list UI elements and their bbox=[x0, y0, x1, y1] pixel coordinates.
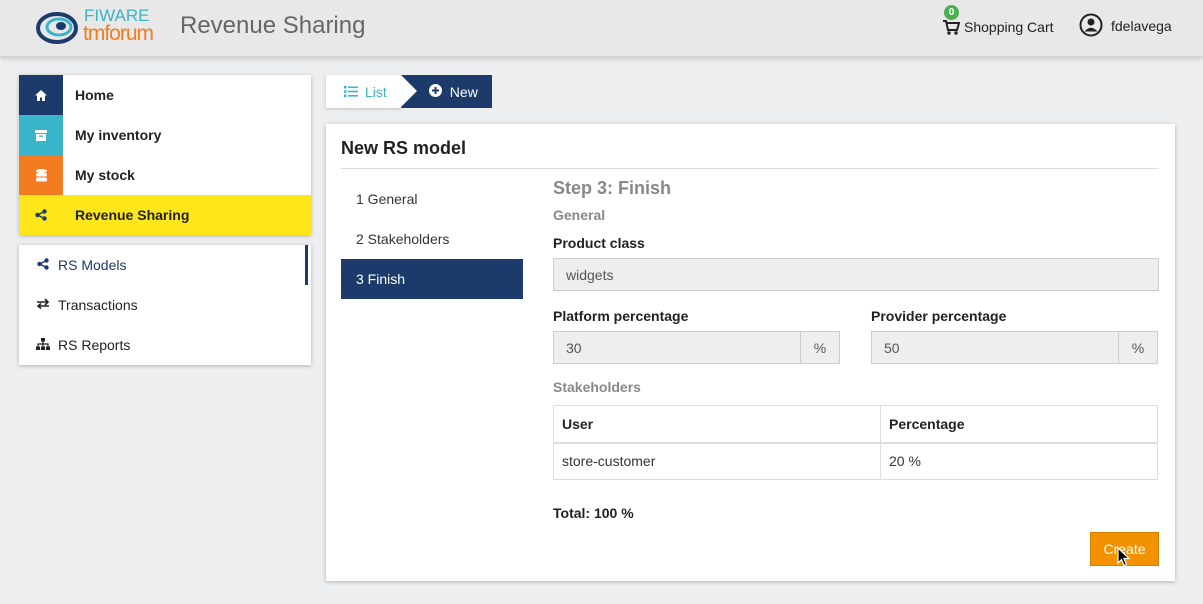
menu-item-my-stock[interactable]: My stock bbox=[19, 155, 311, 195]
breadcrumb-new[interactable]: New bbox=[400, 75, 492, 108]
provider-percentage-group: 50 % bbox=[871, 331, 1158, 364]
platform-percentage-field[interactable]: 30 bbox=[553, 331, 801, 364]
column-header-percentage: Percentage bbox=[880, 405, 1158, 444]
shopping-cart-icon bbox=[942, 18, 961, 36]
shopping-cart-button[interactable]: Shopping Cart bbox=[942, 16, 1054, 38]
main-menu: Home My inventory My stock Revenue Shari… bbox=[19, 75, 311, 235]
column-header-user: User bbox=[553, 405, 881, 444]
total-percentage: Total: 100 % bbox=[553, 505, 634, 521]
menu-item-label: My inventory bbox=[75, 127, 162, 143]
stakeholders-section-heading: Stakeholders bbox=[553, 379, 641, 395]
menu-item-label: Revenue Sharing bbox=[75, 207, 190, 223]
app-title: Revenue Sharing bbox=[180, 12, 366, 39]
table-header-row: User Percentage bbox=[553, 405, 1158, 444]
sidebar-item-transactions[interactable]: Transactions bbox=[19, 285, 308, 325]
platform-percentage-group: 30 % bbox=[553, 331, 840, 364]
sitemap-icon bbox=[36, 337, 50, 353]
sidebar-item-label: Transactions bbox=[58, 297, 138, 313]
archive-icon bbox=[19, 115, 63, 155]
finish-form: Step 3: Finish General Product class wid… bbox=[553, 178, 1159, 521]
menu-item-revenue-sharing[interactable]: Revenue Sharing bbox=[19, 195, 311, 235]
share-icon bbox=[36, 257, 50, 273]
step-general[interactable]: 1 General bbox=[341, 179, 523, 219]
step-title: Step 3: Finish bbox=[553, 178, 672, 198]
percent-addon: % bbox=[1119, 331, 1158, 364]
panel-title: New RS model bbox=[341, 138, 467, 158]
list-icon bbox=[344, 84, 358, 100]
logo-text-bottom: tmforum bbox=[83, 22, 154, 45]
mouse-cursor-icon bbox=[1117, 546, 1131, 567]
menu-item-home[interactable]: Home bbox=[19, 75, 311, 115]
wizard-steps: 1 General 2 Stakeholders 3 Finish bbox=[341, 179, 523, 299]
home-icon bbox=[19, 75, 63, 115]
provider-percentage-field[interactable]: 50 bbox=[871, 331, 1119, 364]
product-class-label: Product class bbox=[553, 235, 645, 251]
menu-item-my-inventory[interactable]: My inventory bbox=[19, 115, 311, 155]
top-bar: FIWARE tmforum Revenue Sharing Shopping … bbox=[0, 0, 1203, 57]
general-section-heading: General bbox=[553, 207, 606, 223]
menu-item-label: Home bbox=[75, 87, 114, 103]
breadcrumb-arrow bbox=[400, 75, 417, 107]
table-row: store-customer 20 % bbox=[553, 442, 1158, 480]
step-stakeholders[interactable]: 2 Stakeholders bbox=[341, 219, 523, 259]
menu-item-label: My stock bbox=[75, 167, 135, 183]
breadcrumb-list-label: List bbox=[365, 83, 387, 100]
user-menu[interactable]: fdelavega bbox=[1079, 13, 1172, 39]
breadcrumb-new-label: New bbox=[449, 83, 478, 100]
sidebar-item-rs-models[interactable]: RS Models bbox=[19, 245, 308, 285]
exchange-icon bbox=[36, 297, 50, 313]
cart-count-badge: 0 bbox=[944, 5, 959, 20]
breadcrumb: List New bbox=[326, 75, 492, 108]
plus-circle-icon bbox=[428, 83, 442, 100]
username: fdelavega bbox=[1111, 18, 1172, 34]
stakeholder-percentage-cell: 20 % bbox=[880, 442, 1158, 480]
sidebar-item-label: RS Reports bbox=[58, 337, 131, 353]
provider-percentage-label: Provider percentage bbox=[871, 308, 1007, 324]
fiware-tmforum-logo[interactable]: FIWARE tmforum bbox=[36, 6, 170, 48]
sidebar-item-label: RS Models bbox=[58, 257, 127, 273]
stakeholder-user-cell: store-customer bbox=[553, 442, 881, 480]
sidebar-item-rs-reports[interactable]: RS Reports bbox=[19, 325, 308, 365]
new-rs-model-panel: New RS model 1 General 2 Stakeholders 3 … bbox=[326, 124, 1175, 581]
platform-percentage-label: Platform percentage bbox=[553, 308, 689, 324]
revenue-sharing-submenu: RS Models Transactions RS Reports bbox=[19, 245, 311, 365]
share-icon bbox=[19, 195, 63, 235]
user-avatar-icon bbox=[1079, 13, 1103, 40]
database-icon bbox=[19, 155, 63, 195]
breadcrumb-list[interactable]: List bbox=[326, 75, 401, 108]
product-class-field[interactable]: widgets bbox=[553, 258, 1159, 291]
percent-addon: % bbox=[801, 331, 840, 364]
stakeholders-table: User Percentage store-customer 20 % bbox=[553, 405, 1158, 480]
shopping-cart-label: Shopping Cart bbox=[964, 19, 1054, 35]
divider bbox=[341, 168, 1159, 169]
step-finish[interactable]: 3 Finish bbox=[341, 259, 523, 299]
